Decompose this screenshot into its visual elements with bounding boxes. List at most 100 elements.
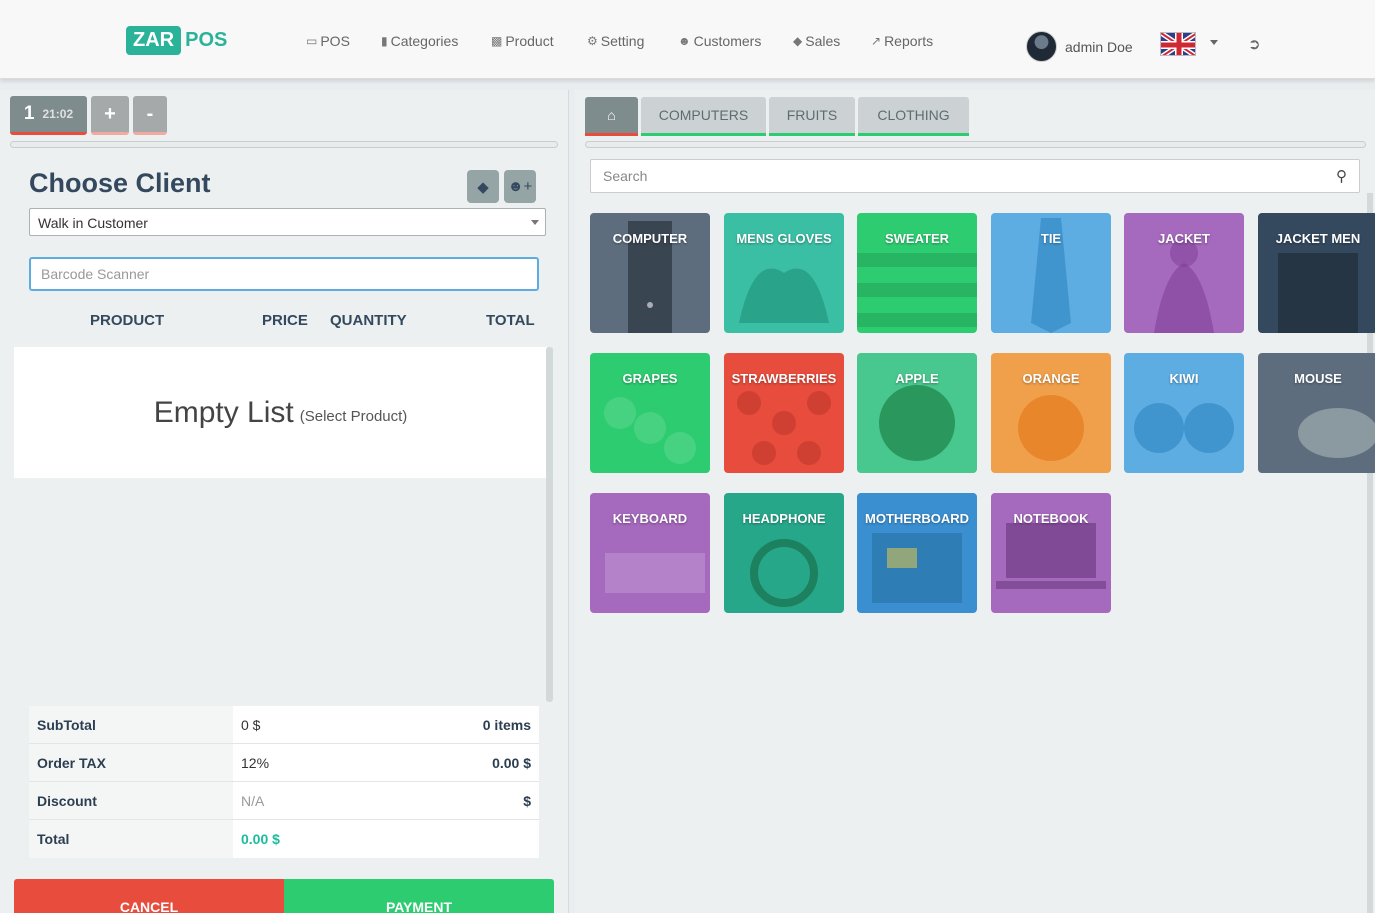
user-plus-icon: ☻+ [507, 178, 533, 195]
totals-table: SubTotal 0 $ 0 items Order TAX 12% 0.00 … [29, 706, 539, 858]
nav-product[interactable]: ▩ Product [491, 33, 554, 49]
product-tile-keyboard[interactable]: KEYBOARD [590, 493, 710, 613]
product-name: HEADPHONE [742, 511, 826, 526]
empty-list-hint: (Select Product) [299, 408, 408, 425]
discount-value[interactable]: N/A [233, 793, 523, 809]
ticket-icon: ◆ [477, 178, 489, 196]
product-tile-strawberries[interactable]: STRAWBERRIES [724, 353, 844, 473]
order-number: 1 [23, 103, 35, 124]
product-name: MENS GLOVES [736, 231, 832, 246]
brand-logo[interactable]: ZAR POS [126, 25, 227, 56]
total-row: Total 0.00 $ [29, 820, 539, 858]
tax-amount: 0.00 $ [492, 754, 531, 771]
add-order-button[interactable]: + [91, 96, 129, 135]
remove-order-button[interactable]: - [133, 96, 167, 135]
total-value: 0.00 $ [241, 831, 280, 847]
user-name: admin Doe [1065, 38, 1133, 55]
client-select-value: Walk in Customer [38, 215, 148, 231]
cancel-button[interactable]: CANCEL [14, 879, 284, 913]
header-product: PRODUCT [90, 312, 165, 329]
product-name: ORANGE [1022, 371, 1080, 386]
product-tile-motherboard[interactable]: MOTHERBOARD [857, 493, 977, 613]
products-panel: ⌂ COMPUTERS FRUITS CLOTHING Search ⚲ COM… [575, 90, 1375, 913]
product-tile-mens-gloves[interactable]: MENS GLOVES [724, 213, 844, 333]
nav-categories-label: Categories [390, 33, 459, 49]
product-tile-notebook[interactable]: NOTEBOOK [991, 493, 1111, 613]
product-name: TIE [1040, 231, 1062, 246]
tax-label: Order TAX [29, 744, 233, 781]
order-time: 21:02 [42, 107, 74, 121]
discount-label: Discount [29, 782, 233, 819]
user-menu[interactable]: admin Doe [1026, 31, 1133, 62]
logout-icon[interactable]: ➲ [1248, 35, 1261, 53]
product-name: KEYBOARD [612, 511, 688, 526]
product-tile-computer[interactable]: COMPUTER [590, 213, 710, 333]
uk-flag-icon[interactable] [1160, 32, 1196, 56]
product-name: STRAWBERRIES [731, 371, 837, 386]
header-quantity: QUANTITY [330, 312, 407, 329]
brand-part1: ZAR [126, 26, 182, 55]
archive-icon: ▩ [491, 34, 503, 48]
category-tab-clothing[interactable]: CLOTHING [858, 97, 969, 136]
product-name: JACKET [1157, 231, 1210, 246]
client-select[interactable]: Walk in Customer [29, 208, 546, 236]
add-customer-button[interactable]: ☻+ [504, 170, 536, 203]
nav-sales[interactable]: ◆ Sales [793, 33, 840, 49]
search-placeholder: Search [603, 168, 648, 184]
category-tab-fruits[interactable]: FRUITS [769, 97, 855, 136]
product-tile-tie[interactable]: TIE [991, 213, 1111, 333]
discount-row: Discount N/A $ [29, 782, 539, 820]
product-name: KIWI [1169, 371, 1199, 386]
nav-pos[interactable]: ▭ POS [306, 33, 350, 49]
tax-rate[interactable]: 12% [233, 755, 492, 771]
product-tile-jacket[interactable]: JACKET [1124, 213, 1244, 333]
nav-reports-label: Reports [884, 33, 934, 49]
total-label: Total [29, 820, 233, 858]
line-chart-icon: ↗ [871, 34, 882, 48]
nav-setting[interactable]: ⚙ Setting [587, 33, 644, 49]
product-name: COMPUTER [612, 231, 688, 246]
category-tab-computers[interactable]: COMPUTERS [641, 97, 766, 136]
order-tab[interactable]: 1 21:02 [10, 96, 87, 135]
product-name: NOTEBOOK [1013, 511, 1089, 526]
header-total: TOTAL [486, 312, 535, 329]
search-icon[interactable]: ⚲ [1336, 167, 1347, 185]
ticket-button[interactable]: ◆ [467, 170, 499, 203]
cogs-icon: ⚙ [587, 34, 598, 48]
nav-categories[interactable]: ▮ Categories [381, 33, 458, 49]
discount-currency: $ [523, 792, 531, 809]
product-name: MOUSE [1294, 371, 1342, 386]
product-tile-mouse[interactable]: MOUSE [1258, 353, 1375, 473]
product-search-input[interactable]: Search ⚲ [590, 159, 1360, 193]
barcode-input[interactable]: Barcode Scanner [29, 257, 539, 291]
avatar [1026, 31, 1057, 62]
nav-customers-label: Customers [693, 33, 762, 49]
tax-row: Order TAX 12% 0.00 $ [29, 744, 539, 782]
order-list-scrollbar[interactable] [546, 347, 553, 702]
chevron-down-icon [531, 220, 539, 225]
category-progress-bar [585, 141, 1366, 148]
product-tile-kiwi[interactable]: KIWI [1124, 353, 1244, 473]
language-dropdown-icon[interactable] [1210, 40, 1218, 45]
subtotal-value: 0 $ [241, 716, 261, 733]
order-progress-bar [10, 141, 558, 148]
product-tile-headphone[interactable]: HEADPHONE [724, 493, 844, 613]
nav-reports[interactable]: ↗ Reports [871, 33, 933, 49]
nav-sales-label: Sales [805, 33, 841, 49]
product-tile-grapes[interactable]: GRAPES [590, 353, 710, 473]
users-icon: ☻ [678, 34, 691, 48]
product-tile-apple[interactable]: APPLE [857, 353, 977, 473]
payment-button[interactable]: PAYMENT [284, 879, 554, 913]
product-tile-orange[interactable]: ORANGE [991, 353, 1111, 473]
category-home-tab[interactable]: ⌂ [585, 97, 638, 136]
nav-customers[interactable]: ☻ Customers [678, 33, 761, 49]
nav-setting-label: Setting [600, 33, 645, 49]
choose-client-title: Choose Client [29, 168, 211, 198]
product-tile-jacket-men[interactable]: JACKET MEN [1258, 213, 1375, 333]
nav-product-label: Product [505, 33, 554, 49]
ticket-icon: ◆ [793, 34, 803, 48]
product-tile-sweater[interactable]: SWEATER [857, 213, 977, 333]
credit-card-icon: ▭ [306, 34, 318, 48]
top-navbar: ZAR POS ▭ POS ▮ Categories ▩ Product ⚙ S… [0, 0, 1375, 79]
order-items-list: Empty List (Select Product) [14, 347, 547, 478]
